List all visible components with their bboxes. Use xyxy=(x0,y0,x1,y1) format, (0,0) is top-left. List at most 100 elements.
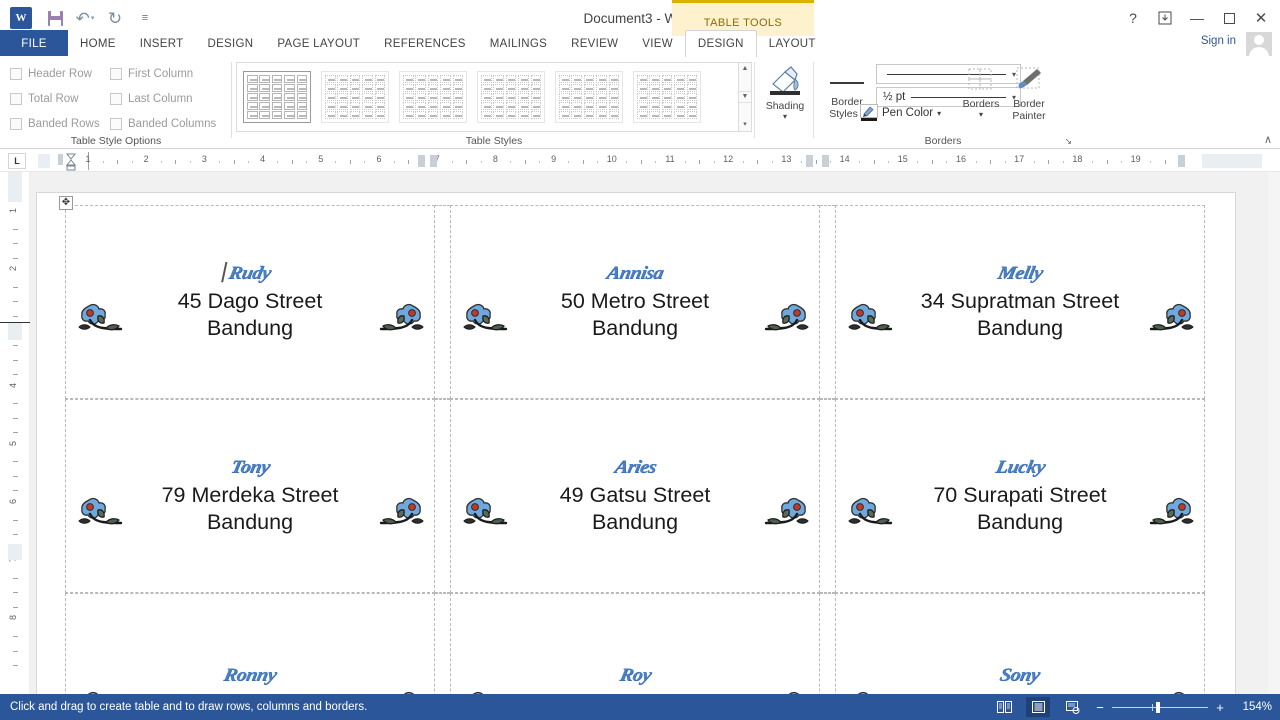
zoom-slider-track[interactable] xyxy=(1112,701,1208,713)
label-table[interactable]: Rudy 45 Dago Street Bandung Annisa 50 Metro… xyxy=(65,205,1205,694)
borders-caret-icon[interactable]: ▾ xyxy=(956,110,1006,119)
zoom-slider[interactable]: − + xyxy=(1094,700,1226,715)
table-style-thumbnail[interactable] xyxy=(477,71,545,123)
redo-icon[interactable]: ↻ xyxy=(100,3,130,33)
undo-icon[interactable]: ↶ ▾ xyxy=(70,3,100,33)
save-icon[interactable] xyxy=(40,3,70,33)
checkbox-header-row[interactable]: Header Row xyxy=(10,68,92,80)
label-city: Bandung xyxy=(206,510,294,534)
group-label: Borders xyxy=(924,135,962,147)
tab-table-layout[interactable]: LAYOUT xyxy=(757,30,828,57)
ruler-tick xyxy=(160,161,162,163)
zoom-level-label[interactable]: 154% xyxy=(1236,701,1272,713)
checkbox-last-column[interactable]: Last Column xyxy=(110,93,193,105)
header-row-checkbox-icon[interactable] xyxy=(10,68,22,80)
total-row-checkbox-icon[interactable] xyxy=(10,93,22,105)
shading-button[interactable]: Shading ▾ xyxy=(756,62,814,121)
pen-color-caret-icon[interactable]: ▾ xyxy=(937,109,941,118)
table-style-thumbnail[interactable] xyxy=(399,71,467,123)
tab-view[interactable]: VIEW xyxy=(630,30,685,57)
zoom-slider-thumb[interactable] xyxy=(1156,701,1160,713)
table-style-thumbnail[interactable] xyxy=(555,71,623,123)
gallery-scroll-buttons[interactable]: ▲ ▼ ▾ xyxy=(738,62,752,132)
maximize-icon[interactable] xyxy=(1214,6,1244,30)
customize-qat-icon[interactable]: ≡ xyxy=(130,3,160,33)
label-cell[interactable]: Melly 34 Supratman Street Bandung xyxy=(835,205,1205,399)
checkbox-first-column[interactable]: First Column xyxy=(110,68,193,80)
zoom-in-button[interactable]: + xyxy=(1214,700,1226,715)
ribbon-display-options-icon[interactable] xyxy=(1150,6,1180,30)
document-page[interactable]: ✥ Rudy 45 Dago Street Bandung Annisa 50 … xyxy=(36,192,1236,694)
vertical-scrollbar[interactable] xyxy=(1268,172,1280,694)
column-marker[interactable] xyxy=(806,155,813,167)
table-style-thumbnail[interactable] xyxy=(633,71,701,123)
label-content: Ronny25 K xyxy=(66,594,434,694)
label-cell[interactable]: Aries 49 Gatsu Street Bandung xyxy=(450,399,820,593)
label-gutter-cell[interactable] xyxy=(435,399,450,593)
border-painter-button[interactable]: Border Painter xyxy=(1004,62,1054,122)
document-canvas[interactable]: ✥ Rudy 45 Dago Street Bandung Annisa 50 … xyxy=(30,172,1280,694)
label-content: Rudy 45 Dago Street Bandung xyxy=(66,206,434,398)
label-gutter-cell[interactable] xyxy=(820,205,835,399)
label-cell[interactable]: Sony80 C xyxy=(835,593,1205,694)
tab-stop-selector[interactable]: L xyxy=(8,153,26,169)
tab-table-design[interactable]: DESIGN xyxy=(684,30,757,57)
column-marker[interactable] xyxy=(430,155,437,167)
tab-file[interactable]: FILE xyxy=(0,30,68,57)
column-marker[interactable] xyxy=(418,155,425,167)
label-cell[interactable]: Rudy 45 Dago Street Bandung xyxy=(65,205,435,399)
shading-caret-icon[interactable]: ▾ xyxy=(756,112,814,121)
avatar[interactable] xyxy=(1246,32,1272,56)
gallery-scroll-up-icon[interactable]: ▲ xyxy=(742,64,749,74)
banded-columns-checkbox-icon[interactable] xyxy=(110,118,122,130)
label-gutter-cell[interactable] xyxy=(820,593,835,694)
horizontal-ruler[interactable]: L 1 2 3 4 5 6 7 8 9 10 11 12 13 14 15 16 17 18 19 xyxy=(0,150,1280,172)
tab-references[interactable]: REFERENCES xyxy=(372,30,478,57)
pen-color-button[interactable]: Pen Color ▾ xyxy=(860,104,941,122)
sign-in-link[interactable]: Sign in xyxy=(1201,35,1236,47)
gallery-more-icon[interactable]: ▾ xyxy=(743,120,747,130)
tab-design[interactable]: DESIGN xyxy=(195,30,265,57)
label-gutter-cell[interactable] xyxy=(820,399,835,593)
checkbox-total-row[interactable]: Total Row xyxy=(10,93,79,105)
banded-rows-checkbox-icon[interactable] xyxy=(10,118,22,130)
label-cell[interactable]: Ronny25 K xyxy=(65,593,435,694)
first-column-checkbox-icon[interactable] xyxy=(110,68,122,80)
label-cell[interactable]: Roy13 G xyxy=(450,593,820,694)
label-cell[interactable]: Lucky 70 Surapati Street Bandung xyxy=(835,399,1205,593)
column-marker[interactable] xyxy=(1178,155,1185,167)
web-layout-icon[interactable] xyxy=(1060,697,1084,717)
group-borders: Border Styles ▾ ▾ ½ pt ▾ xyxy=(814,56,1254,149)
read-mode-icon[interactable] xyxy=(992,697,1016,717)
tab-mailings[interactable]: MAILINGS xyxy=(478,30,559,57)
vertical-ruler-band xyxy=(8,172,22,202)
table-style-thumbnail[interactable] xyxy=(243,71,311,123)
label-cell[interactable]: Tony 79 Merdeka Street Bandung xyxy=(65,399,435,593)
borders-button[interactable]: Borders ▾ xyxy=(956,62,1006,119)
tab-insert[interactable]: INSERT xyxy=(128,30,196,57)
label-cell[interactable]: Annisa 50 Metro Street Bandung xyxy=(450,205,820,399)
label-gutter-cell[interactable] xyxy=(435,593,450,694)
label-street: 70 Surapati Street xyxy=(933,483,1107,507)
checkbox-banded-columns[interactable]: Banded Columns xyxy=(110,118,216,130)
tab-page-layout[interactable]: PAGE LAYOUT xyxy=(265,30,372,57)
zoom-out-button[interactable]: − xyxy=(1094,700,1106,715)
table-style-thumbnail[interactable] xyxy=(321,71,389,123)
help-icon[interactable]: ? xyxy=(1118,6,1148,30)
ruler-number: 2 xyxy=(143,154,149,164)
last-column-checkbox-icon[interactable] xyxy=(110,93,122,105)
checkbox-banded-rows[interactable]: Banded Rows xyxy=(10,118,100,130)
gallery-scroll-down-icon[interactable]: ▼ xyxy=(739,91,751,103)
close-icon[interactable]: ✕ xyxy=(1246,6,1276,30)
table-styles-gallery[interactable] xyxy=(236,62,748,132)
table-move-handle[interactable]: ✥ xyxy=(59,196,73,210)
borders-dialog-launcher-icon[interactable]: ↘ xyxy=(1064,136,1072,147)
tab-review[interactable]: REVIEW xyxy=(559,30,630,57)
print-layout-icon[interactable] xyxy=(1026,697,1050,717)
collapse-ribbon-icon[interactable]: ∧ xyxy=(1264,133,1272,146)
column-marker[interactable] xyxy=(822,155,829,167)
label-gutter-cell[interactable] xyxy=(435,205,450,399)
tab-home[interactable]: HOME xyxy=(68,30,128,57)
vertical-ruler[interactable]: 12345678 xyxy=(0,172,30,694)
minimize-icon[interactable]: — xyxy=(1182,6,1212,30)
